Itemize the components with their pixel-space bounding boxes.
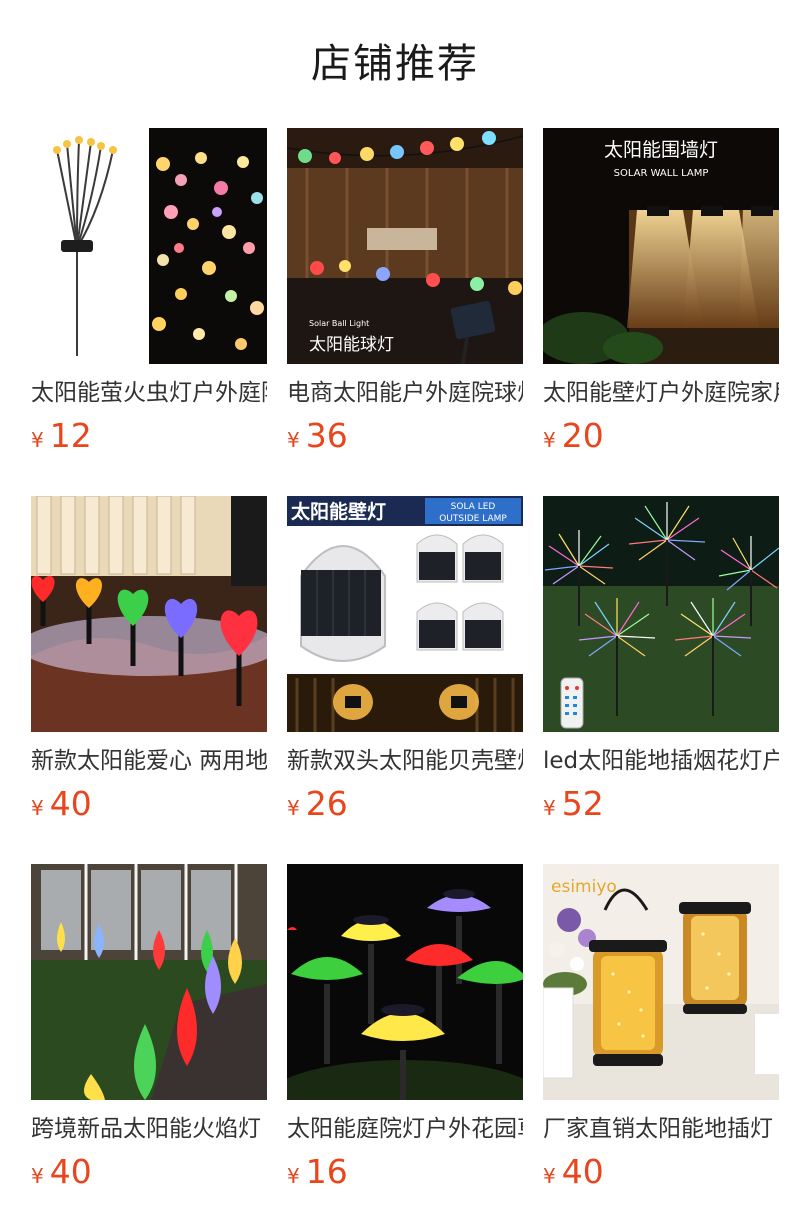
image-brand-watermark: esimiyo: [551, 877, 617, 897]
image-caption-en-1: SOLA LED: [451, 502, 496, 512]
product-card[interactable]: 跨境新品太阳能火焰灯 ¥40: [31, 864, 267, 1232]
price-value: 20: [561, 416, 604, 455]
product-card[interactable]: 太阳能壁灯 SOLA LED OUTSIDE LAMP 新款双头太阳能贝壳壁灯 …: [287, 496, 523, 864]
product-image[interactable]: [31, 128, 267, 364]
product-name[interactable]: led太阳能地插烟花灯户外: [543, 744, 779, 778]
product-card[interactable]: 太阳能庭院灯户外花园草坪 ¥16: [287, 864, 523, 1232]
product-image[interactable]: esimiyo: [543, 864, 779, 1100]
product-image[interactable]: [543, 496, 779, 732]
image-caption-cn: 太阳能围墙灯: [604, 139, 718, 161]
image-caption-cn: 太阳能球灯: [309, 335, 394, 355]
product-price: ¥52: [543, 784, 604, 823]
image-caption-en: Solar Ball Light: [309, 319, 369, 328]
product-name[interactable]: 太阳能庭院灯户外花园草坪: [287, 1112, 523, 1146]
product-image[interactable]: Solar Ball Light 太阳能球灯: [287, 128, 523, 364]
product-image[interactable]: [31, 496, 267, 732]
store-recommendations-page: 店铺推荐 太阳能萤火虫灯户外庭院 ¥ 12 Solar Ball Light 太…: [0, 0, 790, 1232]
product-name[interactable]: 厂家直销太阳能地插灯: [543, 1112, 779, 1146]
currency-symbol: ¥: [543, 796, 556, 820]
product-image[interactable]: 太阳能围墙灯 SOLAR WALL LAMP: [543, 128, 779, 364]
product-name[interactable]: 新款双头太阳能贝壳壁灯: [287, 744, 523, 778]
currency-symbol: ¥: [543, 1164, 556, 1188]
product-name[interactable]: 太阳能萤火虫灯户外庭院: [31, 376, 267, 410]
image-caption-en: SOLAR WALL LAMP: [614, 168, 709, 179]
currency-symbol: ¥: [31, 796, 44, 820]
currency-symbol: ¥: [287, 428, 300, 452]
product-price: ¥40: [31, 784, 92, 823]
product-price: ¥20: [543, 416, 604, 455]
price-value: 40: [561, 1152, 604, 1191]
product-grid: 太阳能萤火虫灯户外庭院 ¥12 Solar Ball Light 太阳能球灯 电…: [31, 128, 779, 1232]
image-caption-en-2: OUTSIDE LAMP: [439, 514, 507, 524]
price-value: 16: [305, 1152, 348, 1191]
product-card[interactable]: Solar Ball Light 太阳能球灯 电商太阳能户外庭院球灯 ¥36: [287, 128, 523, 496]
product-card[interactable]: esimiyo 厂家直销太阳能地插灯 ¥40: [543, 864, 779, 1232]
product-image[interactable]: [31, 864, 267, 1100]
product-image[interactable]: [287, 864, 523, 1100]
image-caption-cn: 太阳能壁灯: [291, 500, 386, 523]
product-image[interactable]: 太阳能壁灯 SOLA LED OUTSIDE LAMP: [287, 496, 523, 732]
price-value: 26: [305, 784, 348, 823]
currency-symbol: ¥: [31, 1164, 44, 1188]
product-name[interactable]: 太阳能壁灯户外庭院家用: [543, 376, 779, 410]
product-price: ¥26: [287, 784, 348, 823]
currency-symbol: ¥: [543, 428, 556, 452]
product-name[interactable]: 新款太阳能爱心 两用地插: [31, 744, 267, 778]
price-value: 40: [49, 784, 92, 823]
currency-symbol: ¥: [287, 796, 300, 820]
product-card[interactable]: 太阳能围墙灯 SOLAR WALL LAMP 太阳能壁灯户外庭院家用 ¥20: [543, 128, 779, 496]
product-price: ¥12: [31, 416, 92, 455]
product-card[interactable]: 太阳能萤火虫灯户外庭院 ¥12: [31, 128, 267, 496]
product-price: ¥36: [287, 416, 348, 455]
currency-symbol: ¥: [287, 1164, 300, 1188]
currency-symbol: ¥: [31, 428, 44, 452]
section-title: 店铺推荐: [311, 41, 479, 87]
product-card[interactable]: 新款太阳能爱心 两用地插 ¥40: [31, 496, 267, 864]
product-price: ¥16: [287, 1152, 348, 1191]
product-price: ¥40: [543, 1152, 604, 1191]
product-name[interactable]: 电商太阳能户外庭院球灯: [287, 376, 523, 410]
price-value: 40: [49, 1152, 92, 1191]
price-value: 36: [305, 416, 348, 455]
price-value: 12: [49, 416, 92, 455]
product-price: ¥40: [31, 1152, 92, 1191]
price-value: 52: [561, 784, 604, 823]
product-name[interactable]: 跨境新品太阳能火焰灯: [31, 1112, 267, 1146]
product-card[interactable]: led太阳能地插烟花灯户外 ¥52: [543, 496, 779, 864]
